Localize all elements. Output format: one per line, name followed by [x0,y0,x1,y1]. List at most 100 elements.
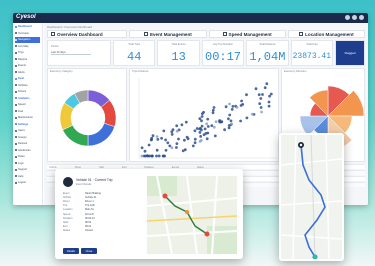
scatter-point[interactable] [183,148,187,152]
scatter-point[interactable] [265,82,269,86]
scatter-point[interactable] [199,135,203,138]
scatter-point[interactable] [143,149,147,153]
sidebar-item[interactable]: Rules [15,154,40,160]
sidebar-item[interactable]: Users [15,128,40,134]
sidebar-item[interactable]: Logout [15,180,40,186]
sidebar-item[interactable]: Speed [15,102,40,108]
scatter-point[interactable] [164,148,168,152]
sidebar-item[interactable]: Live Map [15,44,40,50]
scatter-point[interactable] [156,138,160,141]
scatter-point[interactable] [204,132,208,135]
scatter-point[interactable] [200,124,204,128]
scatter-point[interactable] [259,106,263,109]
sidebar-item[interactable]: Fuel [15,109,40,115]
start-marker-icon[interactable] [162,193,168,199]
scatter-point[interactable] [230,122,234,126]
column-header[interactable]: Vehicle [49,166,57,169]
scatter-point[interactable] [229,119,233,123]
sidebar-item[interactable]: Overview [15,31,40,37]
details-button[interactable]: Details [63,248,79,254]
scatter-point[interactable] [198,131,202,134]
scatter-point[interactable] [170,130,174,134]
scatter-point[interactable] [212,106,216,109]
scatter-point[interactable] [175,124,179,128]
scatter-point[interactable] [155,135,159,138]
scatter-point[interactable] [205,122,209,126]
sidebar-item[interactable]: Events [15,63,40,69]
scatter-point[interactable] [149,138,153,142]
scatter-point[interactable] [200,128,203,132]
scatter-point[interactable] [227,126,231,130]
scatter-point[interactable] [228,102,231,106]
scatter-point[interactable] [170,146,174,150]
scatter-point[interactable] [147,143,151,147]
scatter-point[interactable] [228,113,232,117]
tab-speed[interactable]: Speed Management [208,30,286,38]
scatter-point[interactable] [206,117,210,121]
sidebar-item[interactable]: Help [15,174,40,180]
sidebar-item[interactable]: Groups [15,135,40,141]
scatter-point[interactable] [184,120,188,124]
scatter-point[interactable] [193,141,197,145]
sidebar-item[interactable]: Alerts [15,70,40,76]
scatter-point[interactable] [175,142,179,145]
sidebar-item[interactable]: Devices [15,141,40,147]
scatter-point[interactable] [258,102,262,105]
sidebar-item[interactable]: Maintenance [15,115,40,121]
sidebar-item[interactable]: Settings [15,122,40,128]
scatter-point[interactable] [245,93,248,97]
scatter-point[interactable] [205,137,209,141]
sidebar-item[interactable]: Analytics [15,96,40,102]
scatter-point[interactable] [254,87,258,91]
sidebar-item[interactable]: Fleet [15,76,40,82]
scatter-point[interactable] [140,154,144,158]
scatter-point[interactable] [211,111,215,115]
scatter-point[interactable] [231,105,235,108]
scatter-point[interactable] [175,129,179,133]
scatter-point[interactable] [195,127,199,130]
scatter-point[interactable] [202,110,205,114]
scatter-point[interactable] [268,94,271,98]
scatter-point[interactable] [239,104,243,107]
scatter-point[interactable] [193,129,197,133]
scatter-point[interactable] [198,140,202,143]
scatter-point[interactable] [185,135,189,139]
end-marker-icon[interactable] [204,231,210,237]
scatter-point[interactable] [177,137,180,141]
sidebar-item[interactable]: Geofences [15,148,40,154]
tab-events[interactable]: Event Management [129,30,207,38]
scatter-point[interactable] [210,124,214,127]
scatter-point[interactable] [200,119,203,123]
scatter-point[interactable] [151,134,155,138]
scatter-point[interactable] [183,138,186,142]
flagged-card[interactable]: Flagged [335,40,366,66]
scatter-point[interactable] [157,154,161,158]
period-filter[interactable]: Period Last 30 days [47,40,111,66]
sidebar-item[interactable]: Dashboard [15,24,40,30]
sidebar-item[interactable]: Reports [15,57,40,63]
scatter-point[interactable] [224,105,228,109]
scatter-point[interactable] [175,146,178,149]
scatter-point[interactable] [267,104,271,108]
scatter-point[interactable] [161,154,165,158]
sidebar-item[interactable]: Vehicles [15,83,40,89]
scatter-point[interactable] [155,148,159,152]
scatter-point[interactable] [162,129,166,133]
scatter-point[interactable] [144,154,148,158]
tab-location[interactable]: Location Management [287,30,365,38]
scatter-point[interactable] [170,133,174,136]
scatter-point[interactable] [260,110,263,114]
scatter-point[interactable] [214,120,218,123]
scatter-point[interactable] [239,119,242,123]
scatter-point[interactable] [168,144,172,148]
event-marker-icon[interactable] [185,210,189,214]
scatter-point[interactable] [166,141,170,145]
scatter-point[interactable] [261,93,264,96]
sidebar-item[interactable]: Navigation [15,37,40,43]
scatter-point[interactable] [180,123,184,127]
scatter-point[interactable] [267,100,271,104]
scatter-point[interactable] [250,112,254,116]
scatter-point[interactable] [213,134,217,138]
scatter-point[interactable] [151,154,154,158]
scatter-point[interactable] [227,117,230,121]
